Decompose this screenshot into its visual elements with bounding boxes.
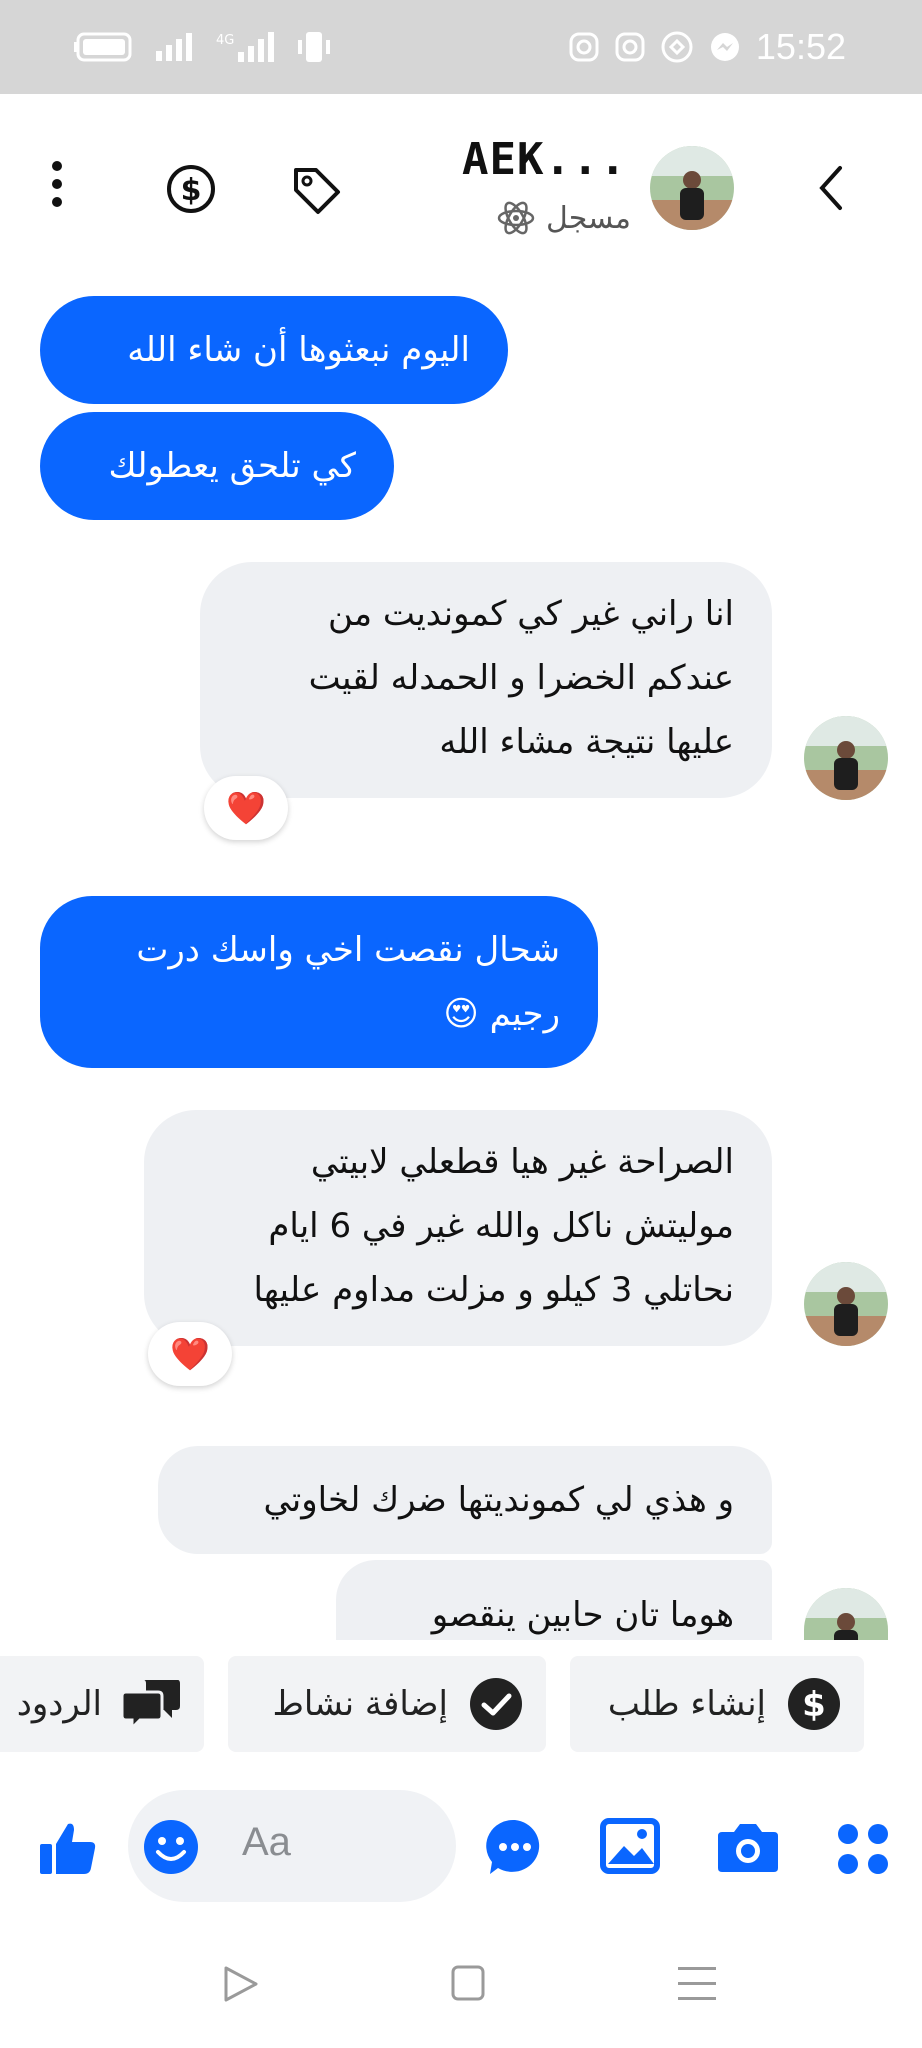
message-incoming[interactable]: هوما تان حابين ينقصو <box>336 1560 772 1640</box>
message-outgoing[interactable]: كي تلحق يعطولك <box>40 412 394 520</box>
dollar-icon[interactable]: $ <box>166 164 216 214</box>
add-activity-button[interactable]: إضافة نشاط <box>228 1656 546 1752</box>
contact-status: مسجل <box>496 198 631 238</box>
more-options-icon[interactable] <box>50 160 64 208</box>
nav-menu-icon[interactable] <box>676 1964 718 2004</box>
tag-icon[interactable] <box>290 164 342 216</box>
emoji-icon[interactable] <box>142 1818 200 1876</box>
svg-text:4G: 4G <box>216 33 234 48</box>
signal-icon <box>156 33 192 61</box>
contact-name[interactable]: AEK... <box>462 134 627 185</box>
system-nav-bar <box>0 1920 922 2048</box>
contact-avatar[interactable] <box>650 146 734 230</box>
back-chevron-icon[interactable] <box>816 164 844 212</box>
quick-actions-bar: الردود إضافة نشاط $ إنشاء طلب <box>0 1656 922 1756</box>
message-input-placeholder: Aa <box>242 1820 291 1864</box>
like-thumb-icon[interactable] <box>38 1818 98 1878</box>
dollar-circle-icon: $ <box>788 1678 840 1730</box>
status-icons-left: 4G <box>74 30 332 64</box>
message-text: و هذي لي كمونديتها ضرك لخاوتي <box>263 1480 734 1520</box>
message-line: نحاتلي 3 كيلو و مزلت مداوم عليها <box>253 1270 734 1310</box>
gallery-icon[interactable] <box>600 1818 660 1874</box>
message-outgoing[interactable]: اليوم نبعثوها أن شاء الله <box>40 296 508 404</box>
message-text: اليوم نبعثوها أن شاء الله <box>127 330 470 370</box>
message-line: رجيم 😍 <box>443 994 560 1034</box>
sync-icon <box>661 31 693 63</box>
message-text: هوما تان حابين ينقصو <box>431 1595 734 1635</box>
nav-back-icon[interactable] <box>222 1964 260 2004</box>
add-activity-label: إضافة نشاط <box>272 1684 448 1724</box>
reaction-heart[interactable]: ❤️ <box>148 1322 232 1386</box>
message-line: الصراحة غير هيا قطعلي لابيتي <box>310 1142 734 1182</box>
reaction-heart[interactable]: ❤️ <box>204 776 288 840</box>
signal-4g-icon: 4G <box>216 32 274 62</box>
svg-text:$: $ <box>181 173 202 208</box>
message-line: انا راني غير كي كمونديت من <box>328 594 734 634</box>
atom-icon <box>497 201 535 235</box>
status-icons-right: 15:52 <box>568 26 846 68</box>
chat-header: $ AEK... مسجل <box>0 94 922 254</box>
more-apps-icon[interactable] <box>836 1822 890 1876</box>
battery-icon <box>74 32 132 62</box>
message-input[interactable]: Aa <box>128 1790 456 1902</box>
message-text: كي تلحق يعطولك <box>108 446 357 486</box>
sender-avatar[interactable] <box>804 1588 888 1640</box>
nav-home-icon[interactable] <box>450 1964 486 2002</box>
create-order-button[interactable]: $ إنشاء طلب <box>570 1656 864 1752</box>
status-bar: 4G 15:52 <box>0 0 922 94</box>
sender-avatar[interactable] <box>804 716 888 800</box>
message-composer: Aa <box>0 1780 922 1910</box>
chat-bubbles-icon <box>122 1680 180 1732</box>
message-incoming[interactable]: و هذي لي كمونديتها ضرك لخاوتي <box>158 1446 772 1554</box>
svg-text:$: $ <box>802 1685 826 1725</box>
message-line: شحال نقصت اخي واسك درت <box>136 930 560 970</box>
messenger-chat-screen: 4G 15:52 $ AEK... مسجل اليوم نبعثوها أن … <box>0 0 922 2048</box>
camera-icon[interactable] <box>716 1820 780 1874</box>
sender-avatar[interactable] <box>804 1262 888 1346</box>
chat-options-icon[interactable] <box>486 1818 544 1876</box>
replies-label: الردود <box>16 1684 102 1724</box>
instagram-icon <box>569 32 599 62</box>
heart-icon: ❤️ <box>226 789 266 827</box>
checkmark-circle-icon <box>470 1678 522 1730</box>
create-order-label: إنشاء طلب <box>607 1684 766 1724</box>
status-time: 15:52 <box>755 26 846 67</box>
message-incoming[interactable]: الصراحة غير هيا قطعلي لابيتي موليتش ناكل… <box>144 1110 772 1346</box>
contact-status-label: مسجل <box>546 200 631 236</box>
vibrate-icon <box>298 32 330 62</box>
message-outgoing[interactable]: شحال نقصت اخي واسك درت رجيم 😍 <box>40 896 598 1068</box>
message-incoming[interactable]: انا راني غير كي كمونديت من عندكم الخضرا … <box>200 562 772 798</box>
message-line: موليتش ناكل والله غير في 6 ايام <box>268 1206 734 1246</box>
messenger-icon <box>710 33 739 61</box>
replies-button[interactable]: الردود <box>0 1656 204 1752</box>
message-line: عندكم الخضرا و الحمدله لقيت <box>308 658 734 698</box>
heart-icon: ❤️ <box>170 1335 210 1373</box>
message-line: عليها نتيجة مشاء الله <box>439 722 734 762</box>
instagram-icon-2 <box>615 32 645 62</box>
